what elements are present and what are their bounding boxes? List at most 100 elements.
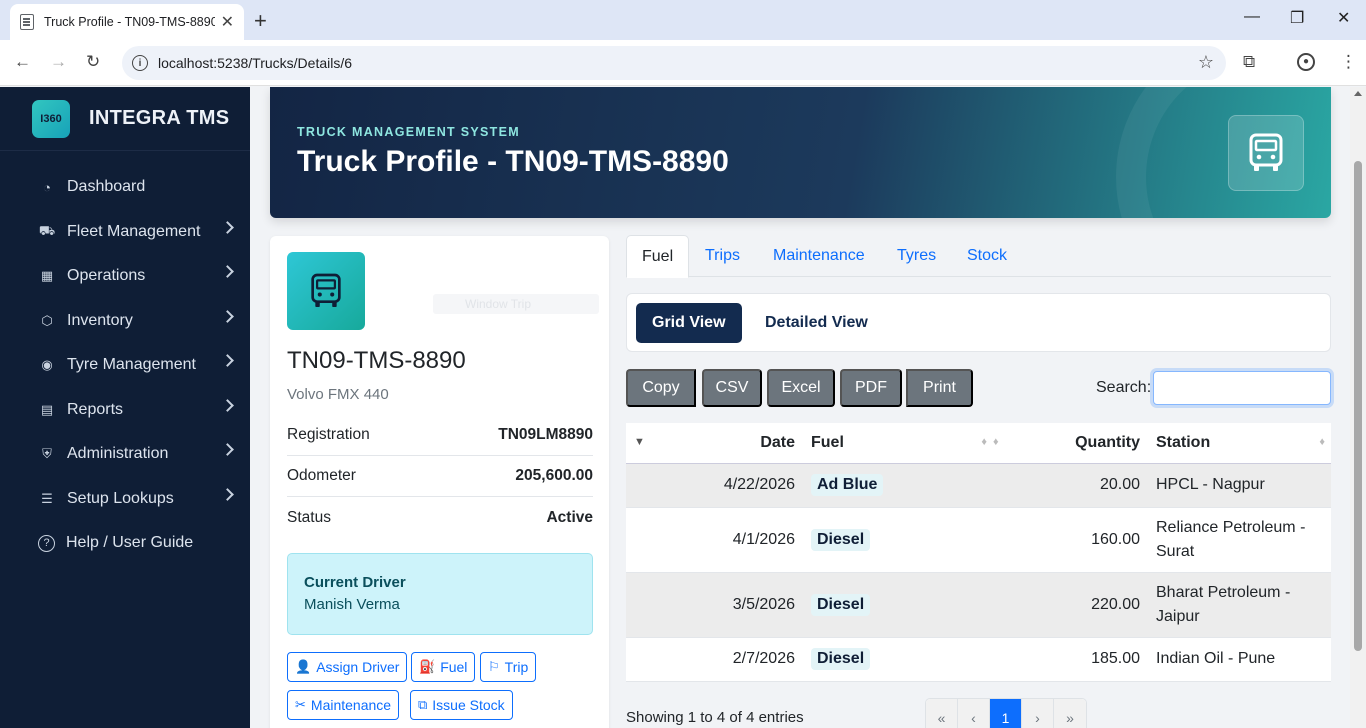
tab-stock[interactable]: Stock bbox=[952, 235, 1022, 277]
table-row[interactable]: 4/1/2026 Diesel 160.00 Reliance Petroleu… bbox=[626, 507, 1331, 573]
header-label: Station bbox=[1156, 433, 1211, 451]
truck-icon: ⛟ bbox=[38, 222, 56, 238]
cell-date: 2/7/2026 bbox=[626, 637, 803, 682]
column-header-station[interactable]: Station ♦ bbox=[1148, 423, 1331, 464]
sidebar-item-dashboard[interactable]: ◔ Dashboard bbox=[0, 165, 250, 210]
issue-stock-button[interactable]: ⧉ Issue Stock bbox=[410, 690, 513, 720]
bus-icon bbox=[1228, 115, 1304, 191]
pdf-button[interactable]: PDF bbox=[840, 369, 902, 407]
new-tab-icon[interactable]: + bbox=[254, 8, 267, 34]
csv-button[interactable]: CSV bbox=[702, 369, 762, 407]
page-header: TRUCK MANAGEMENT SYSTEM Truck Profile - … bbox=[270, 87, 1331, 218]
spec-value: 205,600.00 bbox=[515, 467, 593, 484]
sidebar-item-setup-lookups[interactable]: ☰ Setup Lookups bbox=[0, 477, 250, 522]
fuel-badge: Diesel bbox=[811, 528, 871, 551]
excel-button[interactable]: Excel bbox=[767, 369, 835, 407]
sidebar-item-label: Dashboard bbox=[67, 178, 146, 196]
restore-icon[interactable]: ❐ bbox=[1290, 8, 1304, 28]
fuel-pump-icon: ⛽ bbox=[419, 659, 436, 674]
grid-view-button[interactable]: Grid View bbox=[636, 303, 742, 343]
tab-fuel[interactable]: Fuel bbox=[626, 235, 690, 278]
button-label: Trip bbox=[504, 659, 529, 675]
brand-logo: I360 bbox=[32, 99, 70, 138]
close-icon[interactable]: ✕ bbox=[221, 12, 234, 32]
page-1-button[interactable]: 1 bbox=[990, 699, 1022, 728]
driver-name: Manish Verma bbox=[304, 596, 400, 613]
detailed-view-button[interactable]: Detailed View bbox=[749, 303, 884, 343]
sidebar-nav: ◔ Dashboard ⛟ Fleet Management ▦ Operati… bbox=[0, 165, 250, 566]
table-row[interactable]: 4/22/2026 Ad Blue 20.00 HPCL - Nagpur bbox=[626, 463, 1331, 508]
sidebar: I360 INTEGRA TMS ◔ Dashboard ⛟ Fleet Man… bbox=[0, 87, 250, 728]
cell-quantity: 160.00 bbox=[993, 507, 1148, 573]
first-page-button[interactable]: « bbox=[926, 699, 958, 728]
minimize-icon[interactable]: — bbox=[1244, 8, 1260, 26]
copy-button[interactable]: Copy bbox=[626, 369, 696, 407]
truck-profile-card: Window Trip TN09-TMS-8890 Volvo FMX 440 … bbox=[270, 236, 609, 728]
table-row[interactable]: 3/5/2026 Diesel 220.00 Bharat Petroleum … bbox=[626, 572, 1331, 638]
report-icon: ▤ bbox=[40, 401, 54, 417]
url-text: localhost:5238/Trucks/Details/6 bbox=[158, 55, 353, 71]
browser-tab[interactable]: Truck Profile - TN09-TMS-8890 ✕ bbox=[10, 4, 244, 40]
sidebar-item-label: Reports bbox=[67, 400, 124, 418]
gauge-icon: ◔ bbox=[43, 179, 51, 195]
cell-quantity: 220.00 bbox=[993, 572, 1148, 638]
sidebar-item-fleet-management[interactable]: ⛟ Fleet Management bbox=[0, 210, 250, 255]
tab-maintenance[interactable]: Maintenance bbox=[758, 235, 880, 277]
spec-value: Active bbox=[546, 508, 593, 526]
sidebar-item-help[interactable]: ? Help / User Guide bbox=[0, 521, 250, 566]
cell-station: Reliance Petroleum - Surat bbox=[1148, 507, 1331, 573]
column-header-date[interactable]: ▼ Date bbox=[626, 423, 803, 464]
sidebar-item-label: Setup Lookups bbox=[67, 489, 174, 507]
assign-driver-button[interactable]: 👤 Assign Driver bbox=[287, 652, 408, 682]
tyre-icon: ◉ bbox=[41, 357, 53, 373]
last-page-button[interactable]: » bbox=[1054, 699, 1086, 728]
sidebar-item-reports[interactable]: ▤ Reports bbox=[0, 388, 250, 433]
scroll-up-icon[interactable] bbox=[1354, 91, 1362, 96]
chevron-right-icon bbox=[221, 220, 234, 234]
spec-value: TN09LM8890 bbox=[498, 426, 593, 443]
bookmark-star-icon[interactable]: ☆ bbox=[1198, 52, 1214, 73]
scroll-thumb[interactable] bbox=[1354, 161, 1362, 651]
sidebar-item-tyre-management[interactable]: ◉ Tyre Management bbox=[0, 343, 250, 388]
back-icon[interactable]: ← bbox=[14, 52, 31, 72]
maintenance-button[interactable]: ✂ Maintenance bbox=[287, 690, 400, 720]
search-tabs-icon[interactable]: ⧉ bbox=[1243, 52, 1255, 72]
bus-icon bbox=[287, 252, 365, 330]
address-bar[interactable]: i localhost:5238/Trucks/Details/6 ☆ bbox=[122, 46, 1226, 80]
cell-date: 4/1/2026 bbox=[626, 507, 803, 573]
search-input[interactable] bbox=[1153, 371, 1331, 405]
forward-icon[interactable]: → bbox=[50, 52, 67, 72]
sidebar-item-administration[interactable]: ⛨ Administration bbox=[0, 432, 250, 477]
tab-trips[interactable]: Trips bbox=[690, 235, 755, 277]
prev-page-button[interactable]: ‹ bbox=[958, 699, 990, 728]
button-label: Fuel bbox=[440, 659, 468, 675]
page-scrollbar[interactable] bbox=[1350, 87, 1366, 728]
sidebar-item-label: Tyre Management bbox=[67, 356, 196, 374]
sidebar-item-inventory[interactable]: ⬡ Inventory bbox=[0, 299, 250, 344]
trip-button[interactable]: ⚐ Trip bbox=[480, 652, 537, 682]
brand[interactable]: I360 INTEGRA TMS bbox=[0, 87, 250, 151]
browser-tabstrip: Truck Profile - TN09-TMS-8890 ✕ + — ❐ ✕ bbox=[0, 0, 1366, 40]
chevron-right-icon bbox=[221, 398, 234, 412]
spec-label: Status bbox=[287, 508, 331, 526]
tab-tyres[interactable]: Tyres bbox=[882, 235, 951, 277]
table-row[interactable]: 2/7/2026 Diesel 185.00 Indian Oil - Pune bbox=[626, 637, 1331, 682]
column-header-quantity[interactable]: ♦ Quantity bbox=[993, 423, 1148, 464]
pagination: « ‹ 1 › » bbox=[925, 698, 1087, 728]
window-close-icon[interactable]: ✕ bbox=[1337, 8, 1350, 28]
user-plus-icon: 👤 bbox=[295, 659, 312, 674]
fuel-button[interactable]: ⛽ Fuel bbox=[411, 652, 476, 682]
header-label: Date bbox=[760, 433, 795, 451]
sidebar-item-operations[interactable]: ▦ Operations bbox=[0, 254, 250, 299]
site-info-icon[interactable]: i bbox=[132, 55, 148, 71]
reload-icon[interactable]: ↻ bbox=[86, 52, 100, 72]
menu-kebab-icon[interactable]: ⋮ bbox=[1340, 52, 1357, 72]
column-header-fuel[interactable]: Fuel ♦ bbox=[803, 423, 993, 464]
print-button[interactable]: Print bbox=[906, 369, 973, 407]
profile-icon[interactable]: ● bbox=[1297, 53, 1315, 71]
next-page-button[interactable]: › bbox=[1022, 699, 1054, 728]
button-label: Issue Stock bbox=[432, 697, 505, 713]
header-label: Quantity bbox=[1075, 433, 1140, 451]
cell-quantity: 20.00 bbox=[993, 463, 1148, 508]
main-content: TRUCK MANAGEMENT SYSTEM Truck Profile - … bbox=[250, 87, 1350, 728]
